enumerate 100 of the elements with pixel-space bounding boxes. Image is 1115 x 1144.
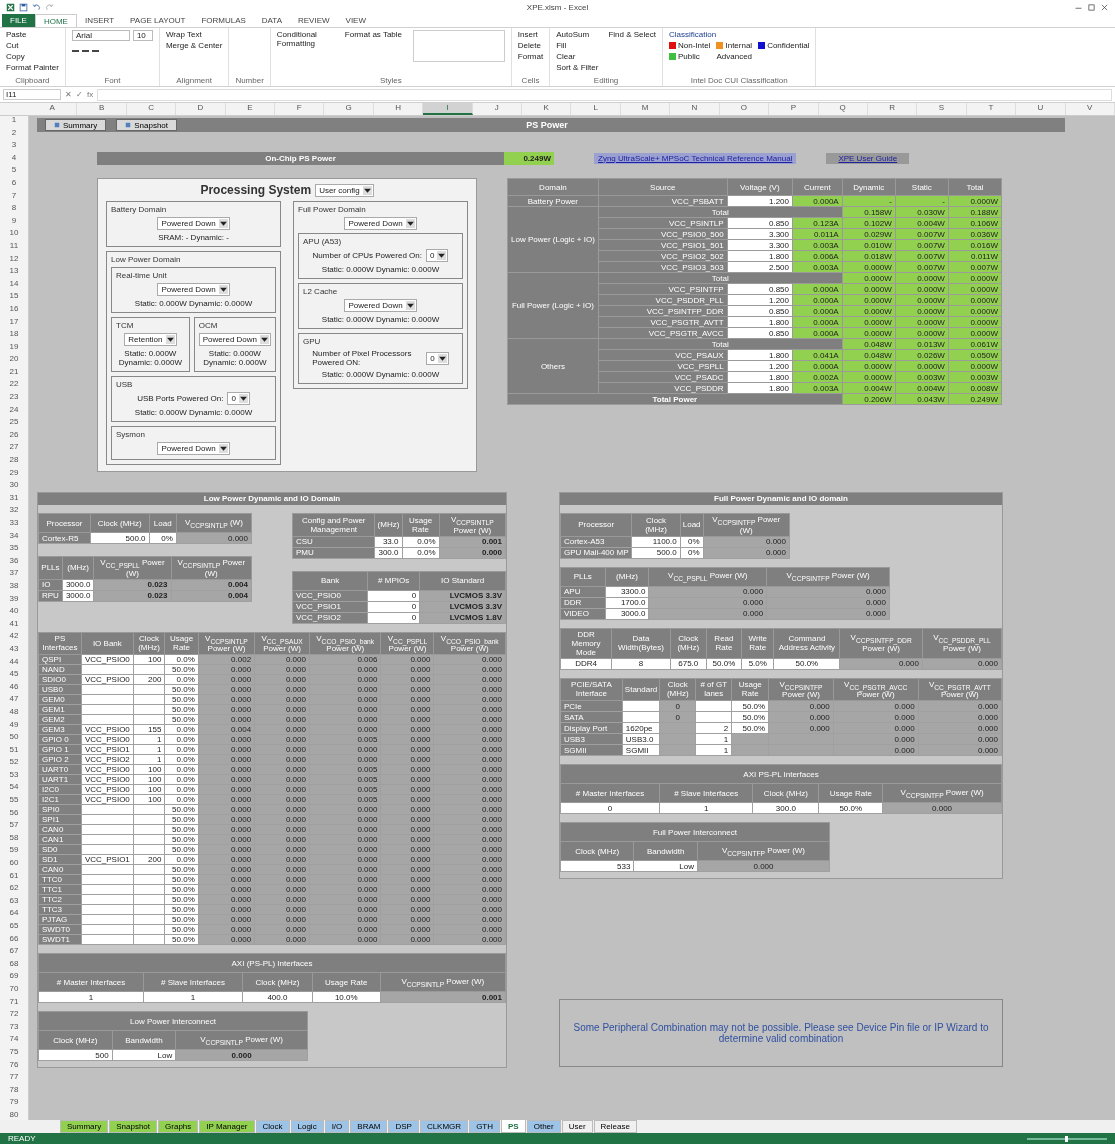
dropdown[interactable]: 0 (227, 392, 250, 405)
table-cell[interactable]: 100 (133, 774, 165, 785)
name-box[interactable]: I11 (3, 89, 61, 100)
row-number[interactable]: 33 (0, 519, 28, 527)
sheet-tab[interactable]: Graphs (158, 1120, 199, 1133)
row-number[interactable]: 8 (0, 204, 28, 213)
table-cell[interactable]: VCC_PSIO1 (81, 854, 134, 865)
row-number[interactable]: 39 (0, 594, 28, 603)
column-letter[interactable]: Q (818, 103, 868, 115)
table-cell[interactable] (731, 733, 769, 745)
table-cell[interactable]: 675.0 (670, 658, 707, 670)
table-cell[interactable]: 0 (367, 601, 420, 613)
row-number[interactable]: 7 (0, 191, 28, 200)
row-number[interactable]: 55 (0, 796, 28, 805)
table-cell[interactable]: 50.0% (164, 874, 199, 885)
table-cell[interactable]: 50.0% (731, 700, 769, 712)
column-letter[interactable]: K (522, 103, 572, 115)
table-cell[interactable]: 50.0% (164, 804, 199, 815)
row-number[interactable]: 80 (0, 1110, 28, 1119)
sheet-tab[interactable]: DSP (388, 1120, 419, 1133)
row-number[interactable]: 24 (0, 405, 28, 414)
row-number[interactable]: 5 (0, 166, 28, 175)
table-cell[interactable] (81, 844, 134, 855)
ribbon-command[interactable]: Copy (6, 52, 59, 61)
table-cell[interactable]: 0.0% (164, 764, 199, 775)
table-cell[interactable]: 1 (133, 744, 165, 755)
table-cell[interactable] (133, 714, 165, 725)
ribbon-tab[interactable]: FILE (2, 14, 35, 27)
table-cell[interactable]: 0% (149, 532, 177, 544)
sheet-tab[interactable]: Other (526, 1120, 561, 1133)
table-cell[interactable]: 50.0% (706, 658, 742, 670)
table-cell[interactable]: 0.0% (164, 724, 199, 735)
table-cell[interactable]: 50.0% (164, 924, 199, 935)
table-cell[interactable] (659, 722, 696, 734)
table-cell[interactable]: 0.850 (727, 327, 793, 339)
table-cell[interactable]: 1.800 (727, 250, 793, 262)
row-number[interactable]: 56 (0, 808, 28, 817)
table-cell[interactable]: 1.800 (727, 349, 793, 361)
table-cell[interactable]: 500.0 (631, 547, 681, 559)
row-number[interactable]: 13 (0, 267, 28, 276)
classification-option[interactable]: Internal (716, 41, 753, 50)
row-number[interactable]: 1 (0, 116, 28, 124)
row-number[interactable]: 35 (0, 544, 28, 553)
save-icon[interactable] (19, 2, 28, 12)
style-gallery[interactable] (412, 30, 505, 62)
ribbon-command[interactable]: Sort & Filter (556, 63, 599, 72)
table-cell[interactable] (81, 694, 134, 705)
table-cell[interactable] (81, 664, 134, 675)
table-cell[interactable] (81, 824, 134, 835)
table-cell[interactable]: 1 (133, 754, 165, 765)
table-cell[interactable]: 0 (367, 590, 420, 602)
ribbon-command[interactable]: Cut (6, 41, 59, 50)
table-cell[interactable]: 3.300 (727, 239, 793, 251)
table-cell[interactable] (81, 874, 134, 885)
row-number[interactable]: 67 (0, 947, 28, 956)
ribbon-command[interactable]: Format (517, 52, 544, 61)
column-letter[interactable]: V (1065, 103, 1115, 115)
row-number[interactable]: 40 (0, 607, 28, 616)
sheet-tab[interactable]: Summary (60, 1120, 109, 1133)
table-cell[interactable]: 10.0% (312, 991, 380, 1003)
undo-icon[interactable] (32, 2, 41, 12)
table-cell[interactable]: 0% (680, 547, 704, 559)
table-cell[interactable]: 0.0% (164, 734, 199, 745)
sheet-tab[interactable]: Release (593, 1120, 637, 1133)
table-cell[interactable]: 0.0% (164, 854, 199, 865)
table-cell[interactable]: 1700.0 (605, 597, 649, 609)
row-number[interactable]: 79 (0, 1098, 28, 1107)
table-cell[interactable]: 1.200 (727, 294, 793, 306)
ribbon-command[interactable]: Fill (556, 41, 599, 50)
row-number[interactable]: 12 (0, 254, 28, 263)
table-cell[interactable]: 3000.0 (605, 608, 649, 620)
formula-button[interactable]: ✓ (76, 90, 83, 99)
table-cell[interactable]: Low (112, 1049, 176, 1061)
row-number[interactable]: 75 (0, 1047, 28, 1056)
table-cell[interactable] (81, 704, 134, 715)
table-cell[interactable] (81, 934, 134, 945)
table-cell[interactable] (133, 704, 165, 715)
table-cell[interactable]: 50.0% (164, 834, 199, 845)
table-cell[interactable]: 0.0% (164, 654, 199, 665)
table-cell[interactable]: 0.0% (164, 784, 199, 795)
dropdown[interactable]: Powered Down (344, 217, 417, 230)
sheet-tab[interactable]: Snapshot (109, 1120, 158, 1133)
classification-option[interactable]: Confidential (758, 41, 810, 50)
table-cell[interactable]: 1100.0 (631, 536, 681, 548)
row-number[interactable]: 47 (0, 695, 28, 704)
row-number[interactable]: 71 (0, 997, 28, 1006)
zoom-slider-drawing[interactable] (1027, 1134, 1107, 1143)
doc-link[interactable]: XPE User Guide (826, 152, 910, 164)
table-cell[interactable]: 50.0% (164, 704, 199, 715)
table-cell[interactable]: 1.200 (727, 195, 793, 207)
table-cell[interactable] (81, 714, 134, 725)
table-cell[interactable] (81, 894, 134, 905)
ribbon-command[interactable]: Advanced (716, 52, 753, 61)
table-cell[interactable]: 3.300 (727, 228, 793, 240)
table-cell[interactable]: 50.0% (164, 904, 199, 915)
ribbon-command[interactable]: Wrap Text (165, 30, 223, 39)
column-letter[interactable]: T (966, 103, 1017, 115)
table-cell[interactable] (81, 684, 134, 695)
row-number[interactable]: 23 (0, 393, 28, 402)
table-cell[interactable]: 50.0% (164, 664, 199, 675)
